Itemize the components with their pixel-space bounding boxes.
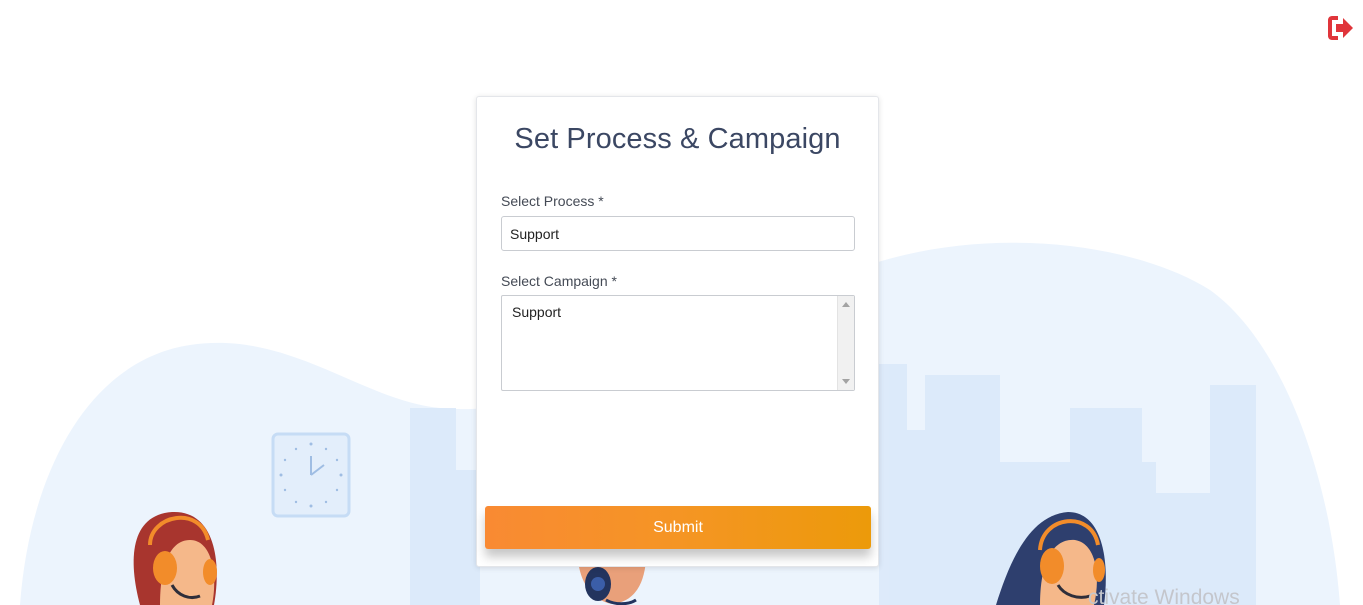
campaign-label: Select Campaign * (501, 273, 617, 289)
activate-windows-watermark: ctivate Windows (1088, 586, 1240, 605)
campaign-option[interactable]: Support (512, 304, 561, 320)
process-select-value: Support (510, 226, 560, 242)
process-label: Select Process * (501, 193, 604, 209)
clock-illustration (271, 432, 351, 518)
page: Set Process & Campaign Select Process * … (0, 0, 1363, 605)
scrollbar[interactable] (837, 296, 854, 390)
campaign-form-card: Set Process & Campaign Select Process * … (476, 96, 879, 567)
page-title: Set Process & Campaign (514, 123, 841, 155)
process-select[interactable]: Support (501, 216, 855, 251)
submit-button[interactable]: Submit (485, 506, 871, 549)
sign-out-icon[interactable] (1324, 12, 1356, 44)
campaign-multiselect[interactable]: Support (501, 295, 855, 391)
scroll-up-arrow-icon[interactable] (842, 302, 850, 307)
scroll-down-arrow-icon[interactable] (842, 379, 850, 384)
